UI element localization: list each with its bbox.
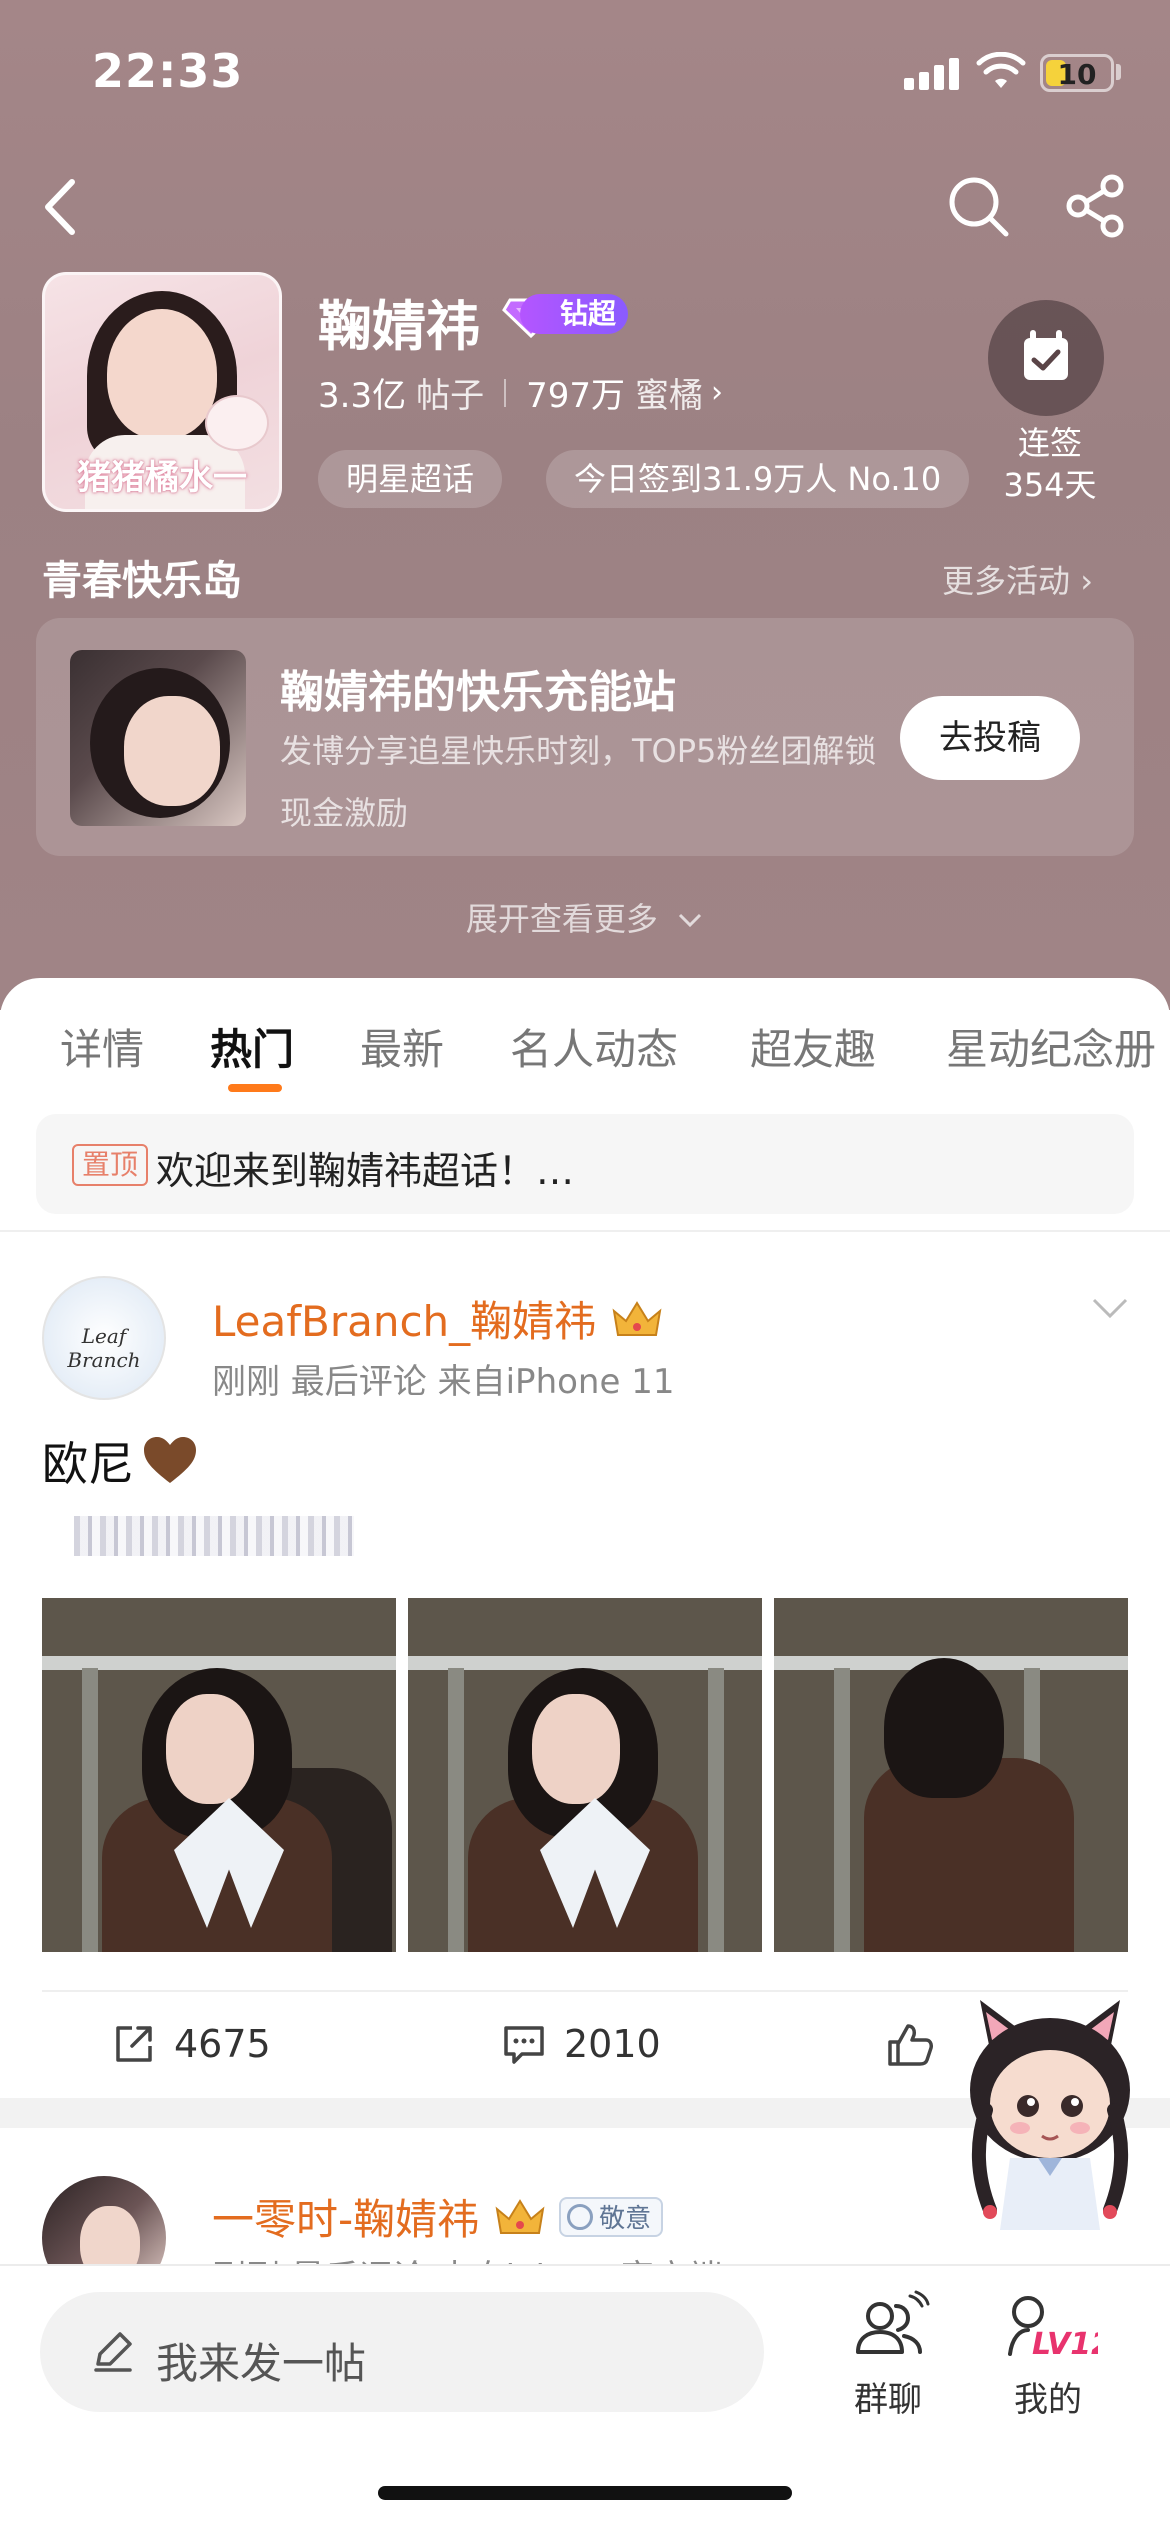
compose-input[interactable]: 我来发一帖 — [40, 2292, 764, 2412]
sign-rank-tag[interactable]: 今日签到31.9万人 No.10 — [546, 450, 970, 508]
group-chat-button[interactable]: 群聊 — [828, 2290, 948, 2421]
group-chat-icon — [856, 2290, 930, 2354]
post-author[interactable]: LeafBranch_鞠婧祎 — [212, 1288, 664, 1349]
posts-label: 帖子 — [416, 376, 485, 416]
pinned-text: 欢迎来到鞠婧祎超话！… — [156, 1149, 575, 1193]
tab-latest[interactable]: 最新 — [360, 1016, 444, 1077]
chevron-right-icon: › — [710, 375, 723, 410]
status-bar: 22:33 10 — [0, 0, 1170, 150]
share-icon[interactable] — [1062, 172, 1130, 240]
vip-badge-label: 钻超 — [520, 294, 629, 334]
post-meta: 刚刚 最后评论 来自iPhone 11 — [212, 1362, 675, 1402]
tab-fun[interactable]: 超友趣 — [750, 1016, 876, 1077]
tab-celebrity[interactable]: 名人动态 — [510, 1016, 678, 1077]
checkin-label: 连签 — [1017, 424, 1082, 462]
topic-header: 22:33 10 猪猪橘水一 鞠婧祎 钻超 3.3亿 帖子 797万 蜜橘 › … — [0, 0, 1170, 1010]
avatar-signature: Leaf Branch — [67, 1324, 141, 1372]
heart-icon — [144, 1437, 196, 1483]
blurred-text — [74, 1516, 354, 1556]
battery-tip — [1116, 64, 1121, 80]
topic-avatar[interactable]: 猪猪橘水一 — [42, 272, 282, 512]
submit-post-button[interactable]: 去投稿 — [900, 696, 1080, 780]
topic-title: 鞠婧祎 — [318, 295, 480, 358]
respect-label: 敬意 — [599, 2204, 652, 2234]
activity-title: 鞠婧祎的快乐充能站 — [280, 667, 676, 718]
fans-count[interactable]: 797万 — [526, 368, 625, 417]
comment-button[interactable]: 2010 — [502, 2022, 661, 2066]
status-time: 22:33 — [92, 44, 244, 98]
fans-label[interactable]: 蜜橘 — [635, 368, 703, 417]
pencil-icon — [94, 2332, 132, 2372]
post-image[interactable] — [42, 1598, 396, 1952]
activity-description: 发博分享追星快乐时刻，TOP5粉丝团解锁现金激励 — [280, 732, 877, 832]
chevron-down-icon[interactable] — [1090, 1294, 1130, 1324]
expand-label: 展开查看更多 — [465, 900, 658, 938]
repost-icon — [116, 2026, 152, 2062]
mascot-sticker[interactable] — [950, 1990, 1150, 2240]
pinned-tag: 置顶 — [72, 1144, 149, 1186]
post-author[interactable]: 一零时-鞠婧祎 敬意 — [212, 2186, 664, 2247]
post-text: 欧尼 — [42, 1428, 198, 1494]
profile-icon: LV12 — [1008, 2296, 1112, 2362]
activity-section-title: 青春快乐岛 — [42, 558, 242, 604]
tab-hot[interactable]: 热门 — [210, 1016, 294, 1077]
level-text: LV12 — [1032, 2327, 1098, 2362]
back-icon[interactable] — [32, 172, 92, 242]
compose-placeholder: 我来发一帖 — [156, 2339, 367, 2388]
mine-button[interactable]: LV12 我的 — [988, 2290, 1112, 2421]
vip-badge[interactable]: 钻超 — [502, 290, 629, 338]
group-chat-label: 群聊 — [854, 2380, 922, 2420]
divider — [0, 1230, 1170, 1232]
author-name[interactable]: LeafBranch_鞠婧祎 — [212, 1288, 596, 1349]
comment-count: 2010 — [564, 2022, 661, 2066]
checkin-days: 354天 — [1003, 466, 1097, 504]
calendar-check-icon[interactable] — [988, 300, 1104, 416]
search-icon[interactable] — [944, 172, 1012, 240]
activity-card[interactable]: 鞠婧祎的快乐充能站 发博分享追星快乐时刻，TOP5粉丝团解锁现金激励 去投稿 — [36, 618, 1134, 856]
like-icon — [888, 2024, 933, 2066]
battery-percent: 10 — [1057, 58, 1097, 91]
star-topic-tag[interactable]: 明星超话 — [318, 450, 503, 508]
post-body: 欧尼 — [42, 1437, 134, 1491]
respect-badge: 敬意 — [559, 2196, 664, 2237]
crown-icon — [495, 2198, 545, 2234]
crown-icon — [612, 1300, 662, 1336]
checkin-streak[interactable]: 连签 354天 — [980, 422, 1120, 506]
tab-bar: 详情 热门 最新 名人动态 超友趣 星动纪念册 — [0, 978, 1170, 1098]
avatar-caption: 猪猪橘水一 — [77, 458, 247, 498]
pinned-post[interactable]: 置顶 欢迎来到鞠婧祎超话！… — [36, 1114, 1134, 1214]
chevron-right-icon: › — [1080, 562, 1093, 600]
comment-icon — [504, 2026, 544, 2064]
posts-count: 3.3亿 — [318, 376, 407, 416]
signal-icon — [904, 58, 960, 90]
battery-icon: 10 — [1040, 54, 1114, 92]
expand-more[interactable]: 展开查看更多 — [0, 894, 1170, 940]
post-image[interactable] — [774, 1598, 1128, 1952]
active-tab-indicator — [228, 1084, 282, 1092]
avatar[interactable]: Leaf Branch — [42, 1276, 166, 1400]
topic-stats: 3.3亿 帖子 797万 蜜橘 › — [318, 368, 723, 417]
more-activity-link[interactable]: 更多活动 › — [942, 556, 1093, 602]
post-image[interactable] — [408, 1598, 762, 1952]
mine-label: 我的 — [1014, 2380, 1082, 2420]
home-indicator — [378, 2486, 792, 2500]
chevron-down-icon — [679, 913, 702, 928]
repost-button[interactable]: 4675 — [112, 2022, 271, 2066]
wifi-icon — [976, 52, 1026, 88]
respect-icon — [567, 2203, 594, 2230]
like-button[interactable] — [886, 2022, 952, 2068]
more-activity-label: 更多活动 — [942, 562, 1071, 600]
tab-details[interactable]: 详情 — [60, 1016, 144, 1077]
repost-count: 4675 — [174, 2022, 271, 2066]
activity-thumbnail — [70, 650, 246, 826]
tab-memorial[interactable]: 星动纪念册 — [946, 1016, 1156, 1077]
author-name[interactable]: 一零时-鞠婧祎 — [212, 2186, 479, 2247]
